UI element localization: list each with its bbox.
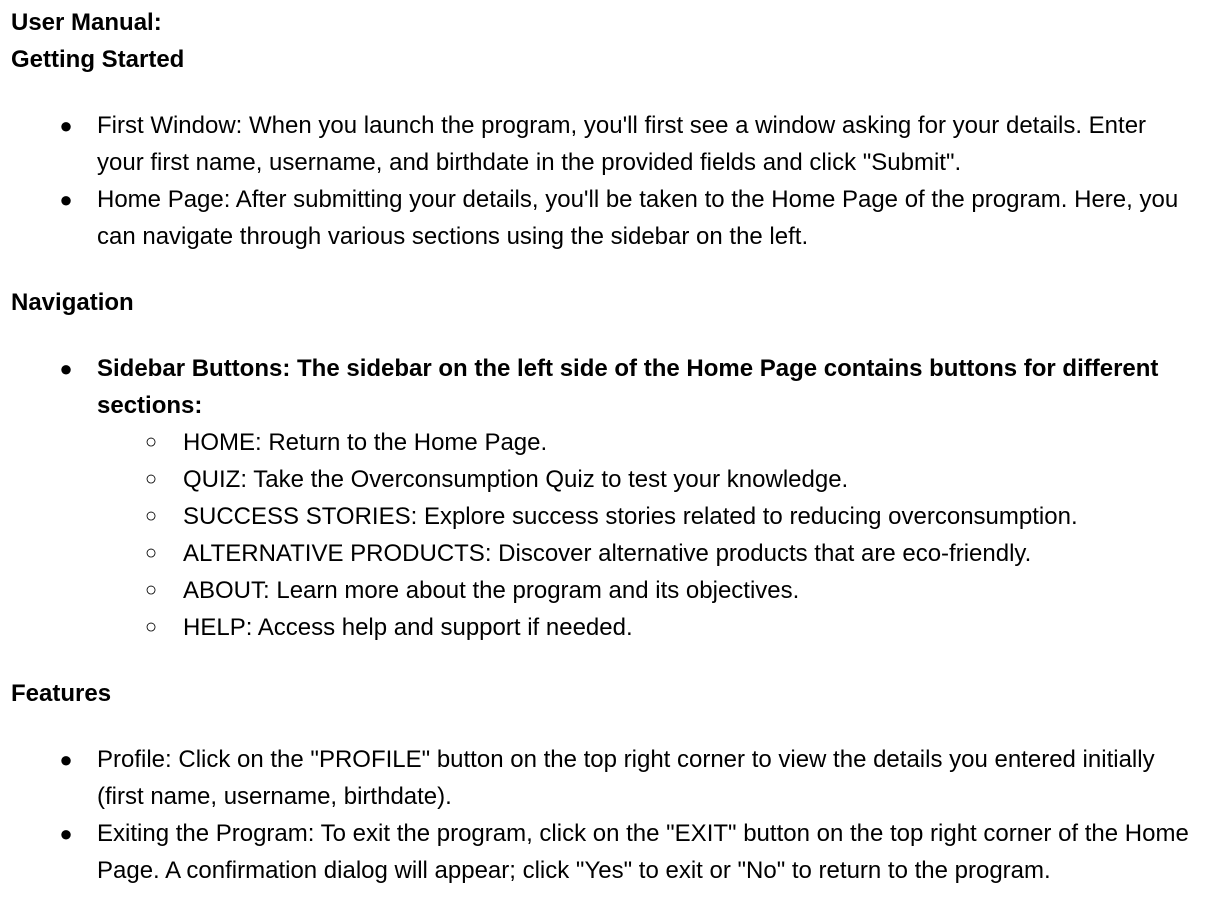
sub-list-item-text: SUCCESS STORIES: Explore success stories… (183, 503, 1078, 530)
list-item-text: Home Page: After submitting your details… (97, 186, 1179, 250)
bullet-icon: ● (59, 113, 73, 138)
sub-list-item-text: QUIZ: Take the Overconsumption Quiz to t… (183, 466, 849, 493)
list-item: ● Exiting the Program: To exit the progr… (11, 815, 1197, 889)
list-item: ● First Window: When you launch the prog… (11, 107, 1197, 181)
sub-list-item: ○ HOME: Return to the Home Page. (11, 424, 1216, 461)
list-item-text: Profile: Click on the "PROFILE" button o… (97, 746, 1155, 810)
sub-list-item: ○ SUCCESS STORIES: Explore success stori… (11, 498, 1216, 535)
sub-list-item: ○ HELP: Access help and support if neede… (11, 609, 1216, 646)
sub-list-item: ○ ALTERNATIVE PRODUCTS: Discover alterna… (11, 535, 1216, 572)
list-item: ● Profile: Click on the "PROFILE" button… (11, 741, 1197, 815)
list-item-text: Exiting the Program: To exit the program… (97, 820, 1189, 884)
sub-list-item: ○ ABOUT: Learn more about the program an… (11, 572, 1216, 609)
section-heading-features: Features (11, 680, 112, 707)
hollow-bullet-icon: ○ (144, 542, 158, 564)
hollow-bullet-icon: ○ (144, 505, 158, 527)
list-item-text: Sidebar Buttons: The sidebar on the left… (97, 355, 1159, 419)
bullet-icon: ● (59, 187, 73, 212)
hollow-bullet-icon: ○ (144, 431, 158, 453)
list-item-text: First Window: When you launch the progra… (97, 112, 1147, 176)
bullet-icon: ● (59, 747, 73, 772)
document-page: User Manual: Getting Started ● First Win… (0, 0, 1216, 908)
section-heading-getting-started: Getting Started (11, 46, 185, 73)
sub-list-item-text: HOME: Return to the Home Page. (183, 429, 548, 456)
sidebar-buttons-sublist: ○ HOME: Return to the Home Page. ○ QUIZ:… (11, 424, 1216, 646)
list-item: ● Home Page: After submitting your detai… (11, 181, 1197, 255)
bullet-icon: ● (59, 821, 73, 846)
sub-list-item: ○ QUIZ: Take the Overconsumption Quiz to… (11, 461, 1216, 498)
sub-list-item-text: HELP: Access help and support if needed. (183, 614, 633, 641)
hollow-bullet-icon: ○ (144, 579, 158, 601)
features-list: ● Profile: Click on the "PROFILE" button… (11, 741, 1216, 889)
getting-started-list: ● First Window: When you launch the prog… (11, 107, 1216, 255)
section-heading-navigation: Navigation (11, 289, 134, 316)
manual-title: User Manual: (11, 9, 162, 36)
sub-list-item-text: ALTERNATIVE PRODUCTS: Discover alternati… (183, 540, 1032, 567)
list-item: ● Sidebar Buttons: The sidebar on the le… (11, 350, 1197, 424)
hollow-bullet-icon: ○ (144, 616, 158, 638)
bullet-icon: ● (59, 356, 73, 381)
sub-list-item-text: ABOUT: Learn more about the program and … (183, 577, 800, 604)
navigation-list: ● Sidebar Buttons: The sidebar on the le… (11, 350, 1216, 424)
hollow-bullet-icon: ○ (144, 468, 158, 490)
